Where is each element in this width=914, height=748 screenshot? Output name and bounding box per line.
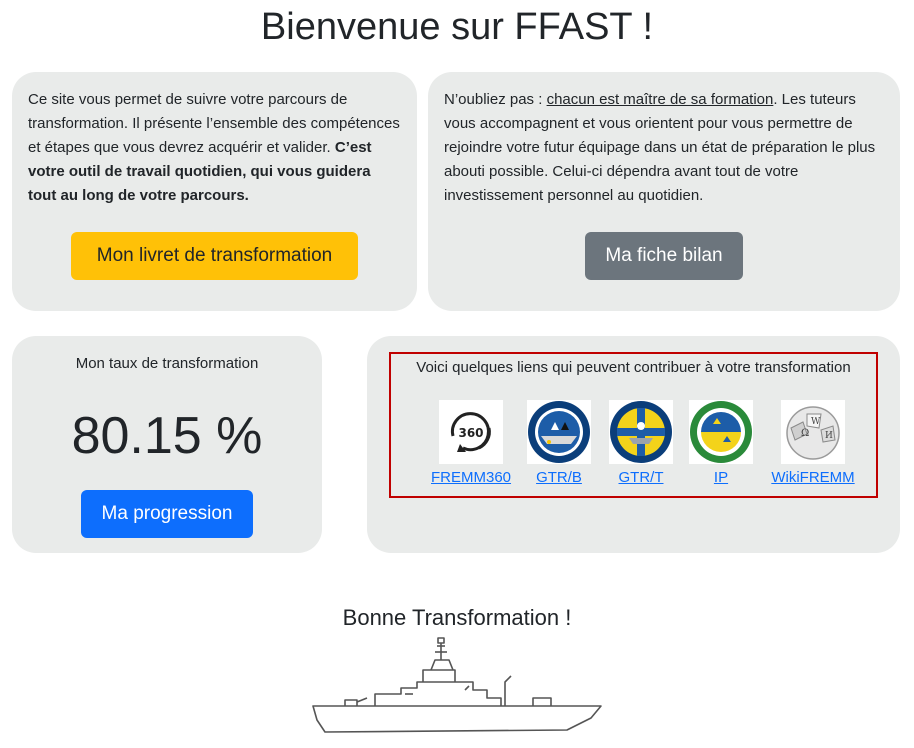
- taux-value: 80.15 %: [71, 407, 263, 465]
- svg-text:360: 360: [458, 426, 483, 440]
- frigate-ship-icon: [312, 637, 602, 733]
- intro-text: Ce site vous permet de suivre votre parc…: [28, 88, 400, 208]
- gtr-t-badge-icon: [609, 400, 673, 464]
- link-label[interactable]: FREMM360: [431, 468, 511, 488]
- svg-text:И: И: [825, 431, 833, 441]
- link-ip[interactable]: IP: [689, 400, 753, 488]
- wikipedia-globe-icon: Ω W И: [781, 400, 845, 464]
- links-title: Voici quelques liens qui peuvent contrib…: [416, 359, 851, 376]
- livret-button[interactable]: Mon livret de transformation: [71, 232, 358, 280]
- 360-icon: 360: [439, 400, 503, 464]
- link-label[interactable]: GTR/B: [527, 468, 591, 488]
- intro-card: Ce site vous permet de suivre votre parc…: [12, 72, 417, 311]
- ip-badge-icon: [689, 400, 753, 464]
- svg-text:W: W: [811, 417, 821, 427]
- reminder-text: N’oubliez pas : chacun est maître de sa …: [444, 88, 888, 208]
- reminder-text-underlined: chacun est maître de sa formation: [546, 91, 774, 108]
- link-label[interactable]: IP: [689, 468, 753, 488]
- link-wikifremm[interactable]: Ω W И WikiFREMM: [765, 400, 861, 488]
- link-label[interactable]: GTR/T: [609, 468, 673, 488]
- links-box: Voici quelques liens qui peuvent contrib…: [389, 352, 878, 498]
- progression-button[interactable]: Ma progression: [81, 490, 253, 538]
- link-fremm360[interactable]: 360 FREMM360: [431, 400, 511, 488]
- link-gtr-b[interactable]: GTR/B: [527, 400, 591, 488]
- link-label[interactable]: WikiFREMM: [765, 468, 861, 488]
- page-title: Bienvenue sur FFAST !: [260, 6, 654, 48]
- fiche-bilan-button[interactable]: Ma fiche bilan: [585, 232, 743, 280]
- link-gtr-t[interactable]: GTR/T: [609, 400, 673, 488]
- bonne-transformation-message: Bonne Transformation !: [342, 605, 572, 630]
- taux-label: Mon taux de transformation: [75, 355, 259, 372]
- reminder-text-lead: N’oubliez pas :: [444, 91, 543, 108]
- progress-card: Mon taux de transformation 80.15 % Ma pr…: [12, 336, 322, 553]
- reminder-card: N’oubliez pas : chacun est maître de sa …: [428, 72, 900, 311]
- gtr-b-badge-icon: [527, 400, 591, 464]
- svg-text:Ω: Ω: [801, 428, 809, 439]
- links-card: Voici quelques liens qui peuvent contrib…: [367, 336, 900, 553]
